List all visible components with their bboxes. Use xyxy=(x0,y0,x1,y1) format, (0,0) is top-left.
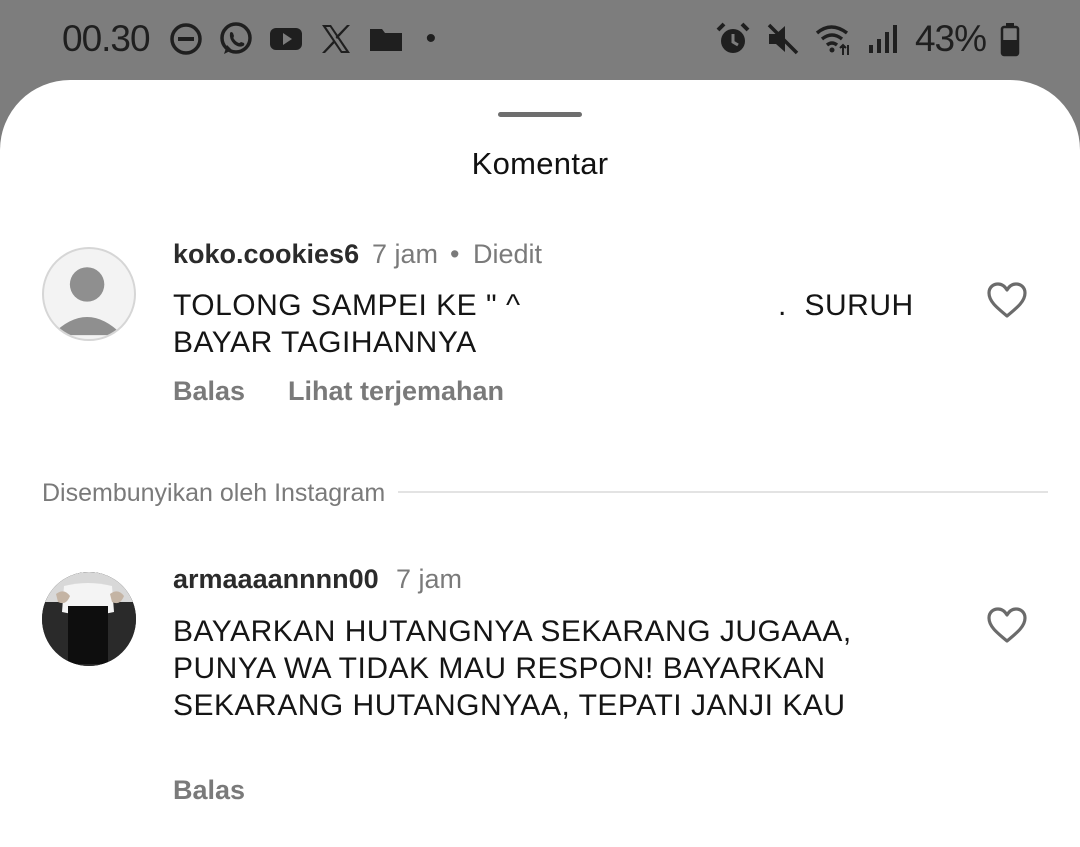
comment-text-line: TOLONG SAMPEI KE " ^ xyxy=(173,289,521,322)
status-left: 00.30 • xyxy=(62,18,436,60)
truncated-text-fade xyxy=(160,724,920,762)
profile-photo xyxy=(42,572,136,666)
hidden-by-instagram-label[interactable]: Disembunyikan oleh Instagram xyxy=(42,479,385,508)
x-icon xyxy=(318,21,354,57)
reply-button[interactable]: Balas xyxy=(173,775,245,806)
battery-icon xyxy=(1000,21,1020,57)
avatar[interactable] xyxy=(42,572,136,666)
notification-dot: • xyxy=(425,22,437,55)
status-bar: 00.30 • 43% xyxy=(0,0,1080,80)
avatar-default[interactable] xyxy=(42,247,136,341)
drag-handle[interactable] xyxy=(498,112,582,117)
mute-icon xyxy=(765,21,801,57)
do-not-disturb-icon xyxy=(168,21,204,57)
alarm-icon xyxy=(715,21,751,57)
divider xyxy=(398,491,1048,493)
wifi-icon xyxy=(815,21,851,57)
clock: 00.30 xyxy=(62,18,151,59)
see-translation-button[interactable]: Lihat terjemahan xyxy=(288,376,504,407)
default-user-icon xyxy=(51,267,123,336)
reply-button[interactable]: Balas xyxy=(173,376,245,407)
comment-text-line: SEKARANG HUTANGNYAA, TEPATI JANJI KAU xyxy=(173,689,846,722)
comment-text-line: BAYAR TAGIHANNYA xyxy=(173,326,477,359)
youtube-icon xyxy=(268,21,304,57)
comment-text-line: BAYARKAN HUTANGNYA SEKARANG JUGAAA, xyxy=(173,615,852,648)
comment-username[interactable]: armaaaannnn00 xyxy=(173,564,379,595)
signal-icon xyxy=(865,21,901,57)
comment-time: 7 jam xyxy=(372,239,439,269)
comment-username[interactable]: koko.cookies6 xyxy=(173,239,359,270)
comment-time: 7 jam xyxy=(396,564,463,594)
comment-text-line: . SURUH xyxy=(778,289,914,322)
heart-icon[interactable] xyxy=(986,606,1028,644)
sheet-title: Komentar xyxy=(471,146,609,181)
heart-icon[interactable] xyxy=(986,281,1028,319)
edited-label: Diedit xyxy=(473,239,543,269)
comments-sheet: Komentar koko.cookies6 7 jam • Diedit TO… xyxy=(0,80,1080,847)
battery-percent: 43% xyxy=(914,18,987,59)
comment-text-line: PUNYA WA TIDAK MAU RESPON! BAYARKAN xyxy=(173,652,826,685)
whatsapp-icon xyxy=(218,21,254,57)
meta-separator: • xyxy=(450,239,460,269)
folder-icon xyxy=(368,21,404,57)
status-right: 43% xyxy=(715,18,1020,60)
